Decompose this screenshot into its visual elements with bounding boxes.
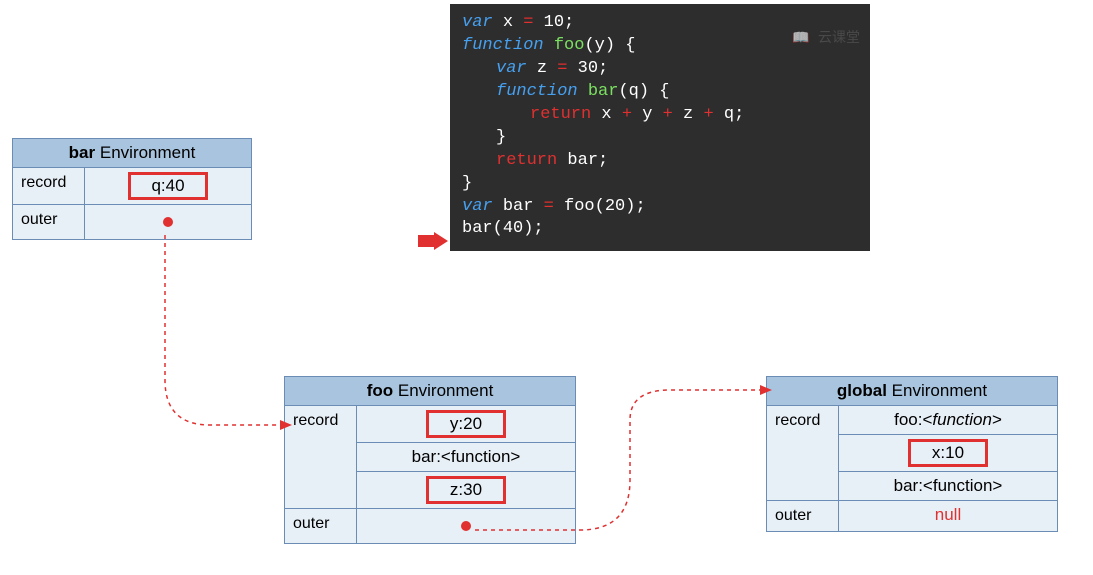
code-panel: 📖 云课堂 var x = 10;function foo(y) {var z … [450, 4, 870, 251]
record-value: z:30 [357, 472, 575, 508]
record-label: record [285, 406, 357, 508]
record-value: foo:<function> [839, 406, 1057, 435]
env-foo-title: foo Environment [285, 377, 575, 406]
env-bar-record-row: record q:40 [13, 168, 251, 205]
record-value: bar:<function> [357, 443, 575, 472]
record-value: bar:<function> [839, 472, 1057, 500]
record-value: x:10 [839, 435, 1057, 472]
env-global-record-row: record foo:<function> x:10 bar:<function… [767, 406, 1057, 501]
env-global: global Environment record foo:<function>… [766, 376, 1058, 532]
watermark-text: 📖 云课堂 [792, 30, 860, 49]
env-bar-outer-row: outer [13, 205, 251, 239]
env-bar-title: bar Environment [13, 139, 251, 168]
record-value: q:40 [85, 168, 251, 204]
outer-null: null [839, 501, 1057, 529]
record-value: y:20 [357, 406, 575, 443]
env-global-outer-row: outer null [767, 501, 1057, 531]
outer-label: outer [767, 501, 839, 531]
outer-pointer [357, 509, 575, 543]
outer-label: outer [13, 205, 85, 239]
env-foo: foo Environment record y:20 bar:<functio… [284, 376, 576, 544]
connector-bar-to-foo [160, 230, 300, 450]
record-label: record [767, 406, 839, 500]
execution-pointer-arrow-icon [418, 232, 448, 250]
outer-pointer [85, 205, 251, 239]
outer-label: outer [285, 509, 357, 543]
record-label: record [13, 168, 85, 204]
env-global-title: global Environment [767, 377, 1057, 406]
env-foo-outer-row: outer [285, 509, 575, 543]
env-bar: bar Environment record q:40 outer [12, 138, 252, 240]
env-foo-record-row: record y:20 bar:<function> z:30 [285, 406, 575, 509]
